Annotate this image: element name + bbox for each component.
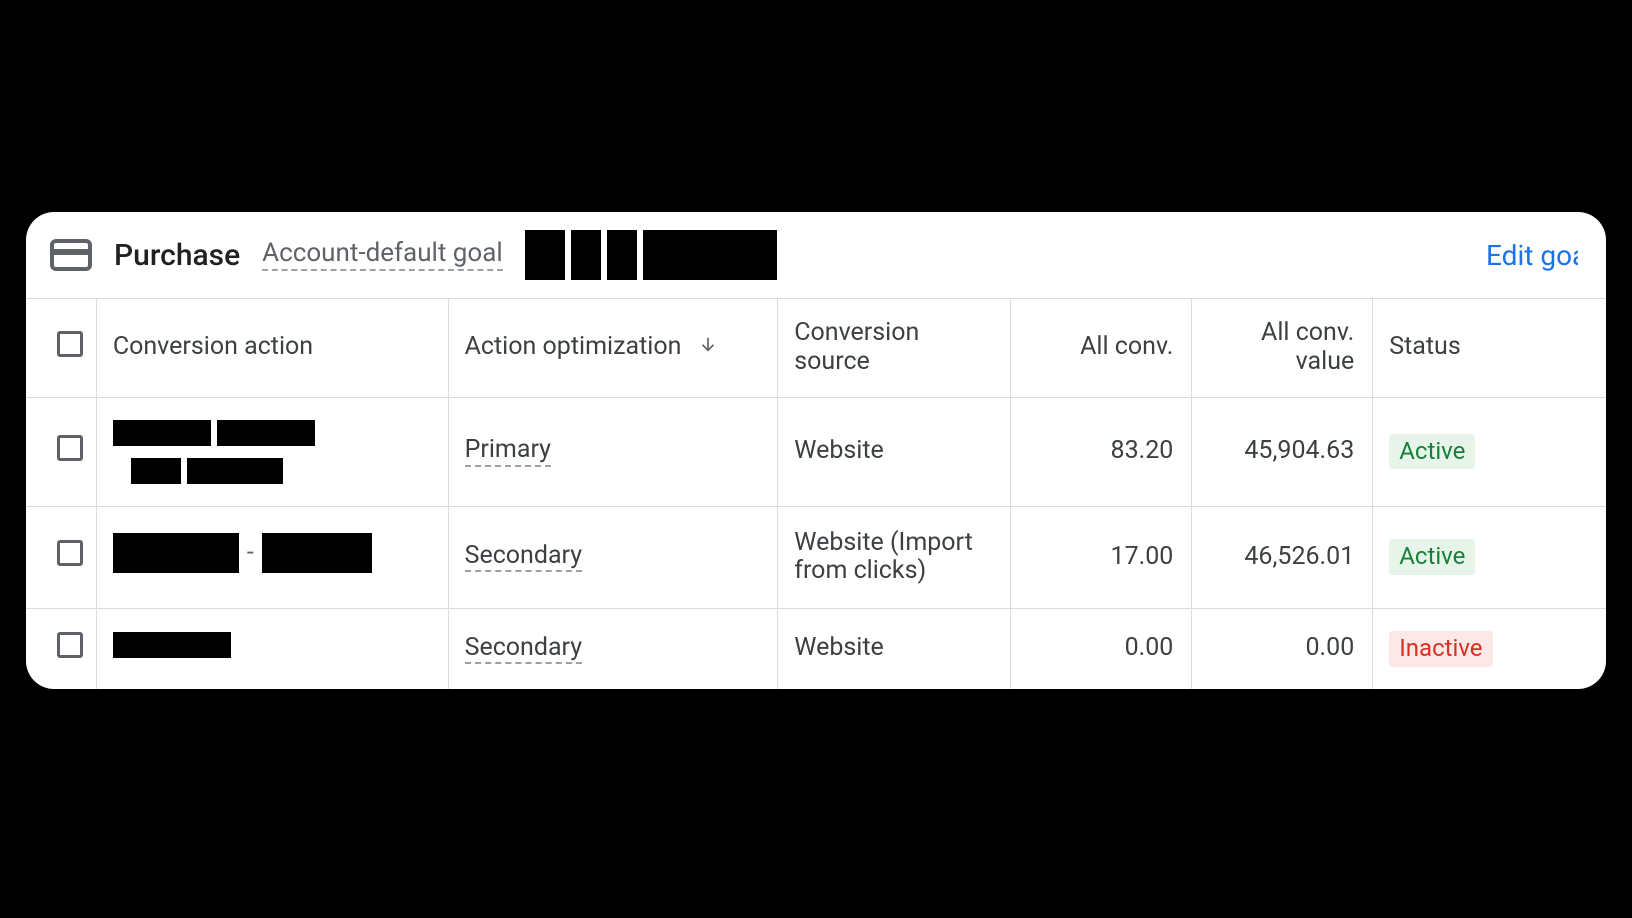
redacted-action-name: - [113,533,372,573]
col-header-all-conv-value[interactable]: All conv. value [1192,299,1373,398]
cell-all-conv: 0.00 [1011,609,1192,689]
conversion-goal-card: Purchase Account-default goal Edit goal [26,212,1606,689]
conversions-table: Conversion action Action optimization Co… [26,298,1606,689]
col-header-status[interactable]: Status [1373,299,1606,398]
cell-source: Website [778,609,1011,689]
cell-all-conv-value: 0.00 [1192,609,1373,689]
cell-action[interactable] [96,609,448,689]
cell-all-conv-value: 45,904.63 [1192,397,1373,506]
col-header-optimization[interactable]: Action optimization [448,299,778,398]
goal-subtitle[interactable]: Account-default goal [262,239,503,272]
cell-all-conv: 83.20 [1011,397,1192,506]
table-row: Secondary Website 0.00 0.00 Inactive [26,609,1606,689]
row-checkbox[interactable] [57,540,83,566]
redacted-action-name [113,420,413,484]
col-header-all-conv[interactable]: All conv. [1011,299,1192,398]
sort-desc-icon [698,333,718,362]
cell-source: Website [778,397,1011,506]
cell-action[interactable] [96,397,448,506]
redacted-header-text [525,230,777,280]
cell-all-conv-value: 46,526.01 [1192,506,1373,609]
table-row: Primary Website 83.20 45,904.63 Active [26,397,1606,506]
cell-optimization[interactable]: Secondary [448,506,778,609]
row-checkbox[interactable] [57,632,83,658]
status-badge: Inactive [1389,631,1492,667]
card-header: Purchase Account-default goal Edit goal [26,212,1606,298]
select-all-cell [26,299,96,398]
row-checkbox[interactable] [57,435,83,461]
cell-source: Website (Import from clicks) [778,506,1011,609]
status-badge: Active [1389,539,1475,575]
col-header-action[interactable]: Conversion action [96,299,448,398]
table-row: - Secondary Website (Import from clicks)… [26,506,1606,609]
goal-title: Purchase [114,238,240,273]
cell-status: Active [1373,397,1606,506]
status-badge: Active [1389,434,1475,470]
credit-card-icon [50,239,92,271]
cell-all-conv: 17.00 [1011,506,1192,609]
select-all-checkbox[interactable] [57,331,83,357]
cell-status: Active [1373,506,1606,609]
cell-status: Inactive [1373,609,1606,689]
edit-goal-link[interactable]: Edit goal [1486,239,1578,272]
redacted-action-name [113,632,231,658]
col-header-source[interactable]: Conversion source [778,299,1011,398]
cell-optimization[interactable]: Primary [448,397,778,506]
cell-action[interactable]: - [96,506,448,609]
table-header-row: Conversion action Action optimization Co… [26,299,1606,398]
cell-optimization[interactable]: Secondary [448,609,778,689]
